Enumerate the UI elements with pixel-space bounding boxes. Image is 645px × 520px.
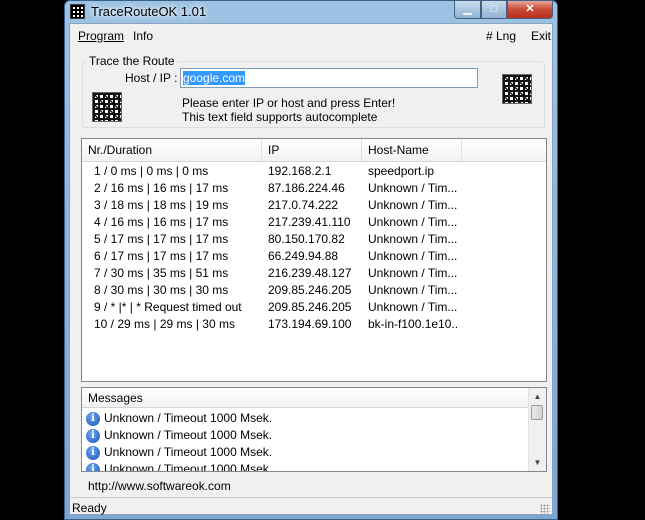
cell-nr: 8 / 30 ms | 30 ms | 30 ms	[94, 283, 229, 297]
cell-ip: 209.85.246.205	[268, 283, 352, 297]
info-icon: i	[86, 445, 100, 460]
table-row[interactable]: 10 / 29 ms | 29 ms | 30 ms 173.194.69.100…	[82, 316, 546, 333]
cell-nr: 7 / 30 ms | 35 ms | 51 ms	[94, 266, 229, 280]
info-icon: i	[86, 462, 100, 471]
status-bar: Ready	[70, 497, 552, 516]
menu-info[interactable]: Info	[133, 29, 153, 43]
cell-host: bk-in-f100.1e10...	[368, 317, 458, 331]
column-header-ip[interactable]: IP	[262, 139, 362, 161]
cell-ip: 173.194.69.100	[268, 317, 352, 331]
cell-nr: 1 / 0 ms | 0 ms | 0 ms	[94, 164, 209, 178]
menu-exit[interactable]: Exit	[531, 29, 551, 43]
cell-nr: 4 / 16 ms | 16 ms | 17 ms	[94, 215, 229, 229]
website-link[interactable]: http://www.softwareok.com	[88, 479, 231, 493]
cell-nr: 6 / 17 ms | 17 ms | 17 ms	[94, 249, 229, 263]
close-button[interactable]: ✕	[507, 1, 553, 19]
status-text: Ready	[72, 501, 107, 515]
host-input[interactable]: google.com	[180, 68, 478, 88]
scroll-thumb[interactable]	[531, 405, 543, 420]
table-row[interactable]: 8 / 30 ms | 30 ms | 30 ms 209.85.246.205 U…	[82, 282, 546, 299]
list-item[interactable]: i Unknown / Timeout 1000 Msek.	[86, 427, 272, 444]
cell-host: Unknown / Tim...	[368, 198, 458, 212]
messages-header[interactable]: Messages	[82, 388, 530, 408]
trace-start-icon[interactable]	[502, 74, 532, 104]
cell-host: Unknown / Tim...	[368, 266, 458, 280]
cell-host: Unknown / Tim...	[368, 181, 458, 195]
hint-text: Please enter IP or host and press Enter!	[182, 96, 396, 110]
table-row[interactable]: 7 / 30 ms | 35 ms | 51 ms 216.239.48.127 U…	[82, 265, 546, 282]
app-window: TraceRouteOK 1.01 ▁ □ ✕ Program Info # L…	[64, 0, 558, 520]
host-input-value: google.com	[183, 71, 246, 85]
table-row[interactable]: 6 / 17 ms | 17 ms | 17 ms 66.249.94.88 Unk…	[82, 248, 546, 265]
cell-host: Unknown / Tim...	[368, 232, 458, 246]
scroll-down-arrow-icon[interactable]: ▼	[529, 454, 546, 471]
host-label: Host / IP :	[125, 71, 178, 85]
cell-nr: 10 / 29 ms | 29 ms | 30 ms	[94, 317, 235, 331]
cell-nr: 3 / 18 ms | 18 ms | 19 ms	[94, 198, 229, 212]
cell-ip: 66.249.94.88	[268, 249, 339, 263]
hint-text-autocomplete: This text field supports autocomplete	[182, 110, 378, 124]
window-title: TraceRouteOK 1.01	[91, 4, 207, 19]
info-icon: i	[86, 411, 100, 426]
message-text: Unknown / Timeout 1000 Msek.	[104, 428, 273, 442]
table-row[interactable]: 1 / 0 ms | 0 ms | 0 ms 192.168.2.1 speedpo…	[82, 163, 546, 180]
cell-ip: 217.239.41.110	[268, 215, 351, 229]
message-text: Unknown / Timeout 1000 Msek.	[104, 462, 273, 472]
table-row[interactable]: 4 / 16 ms | 16 ms | 17 ms 217.239.41.110 U…	[82, 214, 546, 231]
list-header: Nr./Duration IP Host-Name	[82, 139, 546, 162]
cell-host: Unknown / Tim...	[368, 300, 458, 314]
list-item[interactable]: i Unknown / Timeout 1000 Msek.	[86, 410, 272, 427]
app-icon	[70, 4, 85, 19]
list-item[interactable]: i Unknown / Timeout 1000 Msek.	[86, 461, 273, 472]
maze-logo-icon	[92, 92, 122, 122]
menu-program[interactable]: Program	[78, 29, 124, 43]
column-header-hostname[interactable]: Host-Name	[362, 139, 462, 161]
trace-results-list[interactable]: Nr./Duration IP Host-Name 1 / 0 ms | 0 m…	[81, 138, 547, 382]
cell-nr: 2 / 16 ms | 16 ms | 17 ms	[94, 181, 229, 195]
cell-ip: 216.239.48.127	[268, 266, 352, 280]
list-item[interactable]: i Unknown / Timeout 1000 Msek.	[86, 444, 272, 461]
messages-list[interactable]: Messages i Unknown / Timeout 1000 Msek. i…	[81, 387, 547, 472]
cell-host: Unknown / Tim...	[368, 249, 458, 263]
cell-ip: 80.150.170.82	[268, 232, 345, 246]
maximize-button[interactable]: □	[481, 1, 507, 19]
scroll-up-arrow-icon[interactable]: ▲	[529, 388, 546, 405]
cell-nr: 9 / * |* | * Request timed out	[94, 300, 242, 314]
cell-ip: 192.168.2.1	[268, 164, 332, 178]
minimize-button[interactable]: ▁	[454, 1, 481, 19]
table-row[interactable]: 2 / 16 ms | 16 ms | 17 ms 87.186.224.46 Un…	[82, 180, 546, 197]
message-text: Unknown / Timeout 1000 Msek.	[104, 411, 273, 425]
cell-host: Unknown / Tim...	[368, 283, 458, 297]
cell-nr: 5 / 17 ms | 17 ms | 17 ms	[94, 232, 229, 246]
resize-grip-icon[interactable]	[540, 504, 550, 514]
menu-bar: Program Info # Lng Exit	[70, 24, 552, 46]
table-row[interactable]: 3 / 18 ms | 18 ms | 19 ms 217.0.74.222 Unk…	[82, 197, 546, 214]
trace-group-legend: Trace the Route	[86, 54, 178, 68]
cell-ip: 209.85.246.205	[268, 300, 352, 314]
cell-host: Unknown / Tim...	[368, 215, 458, 229]
info-icon: i	[86, 428, 100, 443]
column-header-nr[interactable]: Nr./Duration	[82, 139, 262, 161]
table-row[interactable]: 5 / 17 ms | 17 ms | 17 ms 80.150.170.82 Un…	[82, 231, 546, 248]
cell-ip: 217.0.74.222	[268, 198, 339, 212]
title-bar[interactable]: TraceRouteOK 1.01 ▁ □ ✕	[65, 1, 557, 23]
cell-host: speedport.ip	[368, 164, 435, 178]
table-row[interactable]: 9 / * |* | * Request timed out 209.85.246…	[82, 299, 546, 316]
cell-ip: 87.186.224.46	[268, 181, 345, 195]
message-text: Unknown / Timeout 1000 Msek.	[104, 445, 273, 459]
messages-scrollbar[interactable]: ▲ ▼	[528, 388, 546, 471]
menu-language[interactable]: # Lng	[486, 29, 516, 43]
menu-program-label: Program	[78, 29, 125, 43]
client-area: Program Info # Lng Exit Trace the Route …	[69, 23, 553, 515]
